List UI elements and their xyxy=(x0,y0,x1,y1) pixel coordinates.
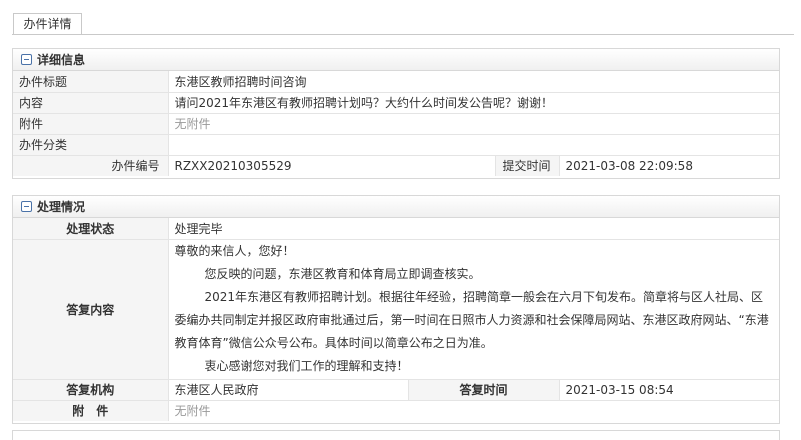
reply-greeting: 尊敬的来信人，您好！ xyxy=(174,244,295,258)
reply-label: 答复内容 xyxy=(13,238,169,379)
reply-org-label: 答复机构 xyxy=(13,378,169,400)
detail-panel-title: 详细信息 xyxy=(37,52,86,67)
detail-panel: 详细信息 办件标题 东港区教师招聘时间咨询 内容 请问2021年东港区有教师招聘… xyxy=(12,48,780,179)
number-value: RZXX20210305529 xyxy=(168,154,496,176)
tab-details[interactable]: 办件详情 xyxy=(13,13,82,35)
content-value: 请问2021年东港区有教师招聘计划吗？大约什么时间发公告呢？谢谢！ xyxy=(168,91,779,113)
detail-table: 办件标题 东港区教师招聘时间咨询 内容 请问2021年东港区有教师招聘计划吗？大… xyxy=(13,71,779,176)
category-label: 办件分类 xyxy=(13,133,169,155)
table-row: 办件编号 RZXX20210305529 提交时间 2021-03-08 22:… xyxy=(13,154,779,176)
number-label: 办件编号 xyxy=(13,154,169,176)
table-row: 附件 无附件 xyxy=(13,112,779,134)
table-row: 答复内容 尊敬的来信人，您好！ 您反映的问题，东港区教育和体育局立即调查核实。 … xyxy=(13,238,779,379)
tab-divider xyxy=(12,34,794,35)
reply-paragraph: 2021年东港区有教师招聘计划。根据往年经验，招聘简章一般会在六月下旬发布。简章… xyxy=(174,290,769,350)
handling-panel-header[interactable]: 处理情况 xyxy=(13,196,779,218)
reply-paragraph: 您反映的问题，东港区教育和体育局立即调查核实。 xyxy=(204,267,481,281)
table-row: 附 件 无附件 xyxy=(13,399,779,421)
handling-table: 处理状态 处理完毕 答复内容 尊敬的来信人，您好！ 您反映的问题，东港区教育和体… xyxy=(13,218,779,421)
table-row: 答复机构 东港区人民政府 答复时间 2021-03-15 08:54 xyxy=(13,378,779,400)
reply-attachment-value: 无附件 xyxy=(168,399,779,421)
handling-panel: 处理情况 处理状态 处理完毕 答复内容 尊敬的来信人，您好！ 您反映的问题，东港… xyxy=(12,195,780,424)
submit-time-value: 2021-03-08 22:09:58 xyxy=(559,154,779,176)
reply-paragraph: 衷心感谢您对我们工作的理解和支持！ xyxy=(204,359,409,373)
tab-bar: 办件详情 xyxy=(0,0,801,40)
table-row: 办件分类 xyxy=(13,133,779,155)
collapse-icon[interactable] xyxy=(21,201,32,212)
handling-panel-title: 处理情况 xyxy=(37,199,86,214)
reply-content: 尊敬的来信人，您好！ 您反映的问题，东港区教育和体育局立即调查核实。 2021年… xyxy=(168,238,779,379)
reply-attachment-label: 附 件 xyxy=(13,399,169,421)
attachment-label: 附件 xyxy=(13,112,169,134)
content-label: 内容 xyxy=(13,91,169,113)
submit-time-label: 提交时间 xyxy=(495,154,560,176)
attachment-value: 无附件 xyxy=(168,112,779,134)
table-row: 处理状态 处理完毕 xyxy=(13,218,779,239)
table-row: 内容 请问2021年东港区有教师招聘计划吗？大约什么时间发公告呢？谢谢！ xyxy=(13,91,779,113)
detail-panel-header[interactable]: 详细信息 xyxy=(13,49,779,71)
collapse-icon[interactable] xyxy=(21,54,32,65)
reply-time-value: 2021-03-15 08:54 xyxy=(559,378,779,400)
table-row: 办件标题 东港区教师招聘时间咨询 xyxy=(13,71,779,92)
status-value: 处理完毕 xyxy=(174,221,223,236)
reply-time-label: 答复时间 xyxy=(408,378,560,400)
next-panel-edge xyxy=(12,430,780,440)
subject-label: 办件标题 xyxy=(13,71,169,92)
reply-org-value: 东港区人民政府 xyxy=(168,378,409,400)
status-label: 处理状态 xyxy=(13,218,169,239)
category-value xyxy=(168,133,779,155)
subject-value: 东港区教师招聘时间咨询 xyxy=(174,74,307,89)
